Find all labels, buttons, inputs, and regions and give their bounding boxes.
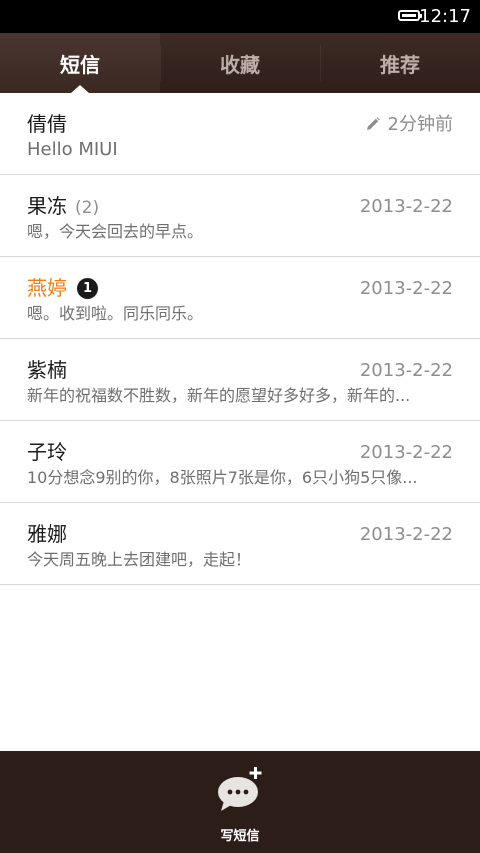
tab-recommended[interactable]: 推荐: [320, 33, 480, 93]
message-date: 2013-2-22: [359, 196, 453, 217]
contact-name: 子玲: [27, 440, 67, 464]
message-preview: 今天周五晚上去团建吧，走起！: [27, 550, 252, 569]
compose-message-icon: [218, 767, 262, 811]
conversation-row[interactable]: 倩倩 2分钟前 Hello MIUI: [0, 93, 480, 175]
draft-time: 2分钟前: [366, 113, 453, 137]
message-date: 2013-2-22: [359, 442, 453, 463]
message-preview: Hello MIUI: [27, 139, 118, 160]
message-date: 2013-2-22: [359, 524, 453, 545]
conversation-row[interactable]: 紫楠 2013-2-22 新年的祝福数不胜数，新年的愿望好多好多，新年的...: [0, 339, 480, 421]
contact-name: 紫楠: [27, 358, 67, 382]
conversation-row[interactable]: 燕婷 1 2013-2-22 嗯。收到啦。同乐同乐。: [0, 257, 480, 339]
conversation-row[interactable]: 雅娜 2013-2-22 今天周五晚上去团建吧，走起！: [0, 503, 480, 585]
compose-label: 写短信: [220, 829, 260, 844]
conversation-list: 倩倩 2分钟前 Hello MIUI 果冻 (2) 2013-2-22 嗯，今天会…: [0, 93, 480, 585]
pencil-draft-icon: [366, 117, 380, 130]
tab-messages-label: 短信: [60, 52, 100, 77]
message-count: (2): [75, 198, 100, 218]
message-preview: 新年的祝福数不胜数，新年的愿望好多好多，新年的...: [27, 386, 411, 405]
tab-favorites[interactable]: 收藏: [160, 33, 320, 93]
active-tab-indicator: [71, 85, 89, 93]
bottom-action-bar: 写短信: [0, 751, 480, 853]
conversation-row[interactable]: 子玲 2013-2-22 10分想念9别的你，8张照片7张是你，6只小狗5只像.…: [0, 421, 480, 503]
compose-message-button[interactable]: 写短信: [190, 763, 290, 847]
contact-name: 雅娜: [27, 522, 67, 546]
contact-name: 燕婷 1: [27, 275, 98, 301]
unread-badge: 1: [77, 278, 98, 299]
status-clock: 12:17: [419, 6, 471, 27]
status-bar: 12:17: [0, 0, 480, 33]
contact-name: 果冻 (2): [27, 194, 100, 218]
battery-icon: [398, 10, 422, 21]
tab-bar: 短信 收藏 推荐: [0, 33, 480, 93]
message-preview: 嗯，今天会回去的早点。: [27, 222, 204, 241]
contact-name: 倩倩: [27, 112, 67, 136]
tab-messages[interactable]: 短信: [0, 33, 160, 93]
message-preview: 嗯。收到啦。同乐同乐。: [27, 304, 204, 323]
message-preview: 10分想念9别的你，8张照片7张是你，6只小狗5只像...: [27, 468, 418, 487]
message-date: 2013-2-22: [359, 360, 453, 381]
tab-recommended-label: 推荐: [380, 52, 420, 77]
conversation-row[interactable]: 果冻 (2) 2013-2-22 嗯，今天会回去的早点。: [0, 175, 480, 257]
tab-favorites-label: 收藏: [220, 52, 260, 77]
message-date: 2013-2-22: [359, 278, 453, 299]
